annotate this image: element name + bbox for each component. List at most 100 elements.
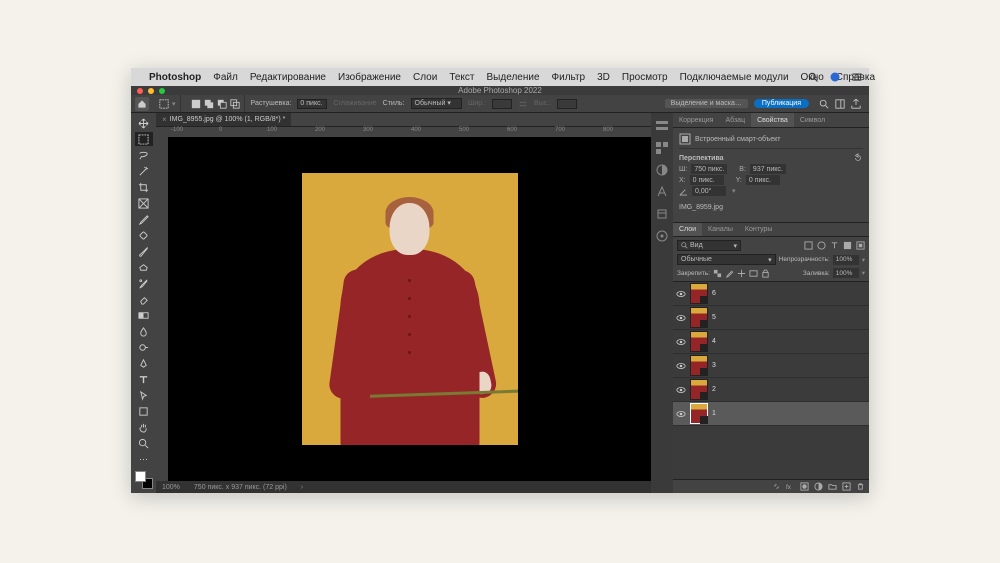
close-tab-icon[interactable]: × xyxy=(162,115,167,124)
libraries-panel-icon[interactable] xyxy=(655,207,669,221)
frame-tool[interactable] xyxy=(135,196,153,210)
marquee-tool-icon[interactable] xyxy=(159,99,169,109)
brush-tool[interactable] xyxy=(135,244,153,258)
visibility-icon[interactable] xyxy=(676,289,686,299)
tab-paragraph[interactable]: Абзац xyxy=(719,113,751,127)
minimize-window-icon[interactable] xyxy=(148,88,154,94)
menu-text[interactable]: Текст xyxy=(449,72,474,83)
eraser-tool[interactable] xyxy=(135,292,153,306)
visibility-icon[interactable] xyxy=(676,409,686,419)
status-chevron-icon[interactable]: › xyxy=(301,484,303,491)
menu-image[interactable]: Изображение xyxy=(338,72,401,83)
search-icon[interactable] xyxy=(807,71,819,83)
type-tool[interactable] xyxy=(135,372,153,386)
menu-edit[interactable]: Редактирование xyxy=(250,72,326,83)
workspace-icon[interactable] xyxy=(835,99,845,109)
share-icon[interactable] xyxy=(851,99,861,109)
layer-label[interactable]: 3 xyxy=(712,362,716,369)
layer-label[interactable]: 6 xyxy=(712,290,716,297)
layer-label[interactable]: 5 xyxy=(712,314,716,321)
color-swatches[interactable] xyxy=(135,471,153,489)
feather-input[interactable]: 0 пикс. xyxy=(297,99,327,109)
swatches-panel-icon[interactable] xyxy=(655,141,669,155)
select-mask-button[interactable]: Выделение и маска… xyxy=(665,99,748,108)
marquee-tool[interactable] xyxy=(135,132,153,146)
menu-3d[interactable]: 3D xyxy=(597,72,610,83)
gradient-tool[interactable] xyxy=(135,308,153,322)
visibility-icon[interactable] xyxy=(676,337,686,347)
layer-thumbnail[interactable] xyxy=(690,403,708,424)
fx-icon[interactable]: fx xyxy=(786,482,795,491)
publish-button[interactable]: Публикация xyxy=(754,99,809,108)
menu-plugins[interactable]: Подключаемые модули xyxy=(680,72,789,83)
group-icon[interactable] xyxy=(828,482,837,491)
maximize-window-icon[interactable] xyxy=(159,88,165,94)
blend-mode-select[interactable]: Обычные▾ xyxy=(677,254,776,265)
healing-tool[interactable] xyxy=(135,228,153,242)
filter-smart-icon[interactable] xyxy=(856,241,865,250)
menu-file[interactable]: Файл xyxy=(213,72,238,83)
layer-thumbnail[interactable] xyxy=(690,379,708,400)
zoom-level[interactable]: 100% xyxy=(162,484,180,491)
layer-row[interactable]: 6 xyxy=(673,282,869,306)
bool-new-icon[interactable] xyxy=(191,99,201,109)
tab-character[interactable]: Символ xyxy=(794,113,831,127)
layer-row[interactable]: 3 xyxy=(673,354,869,378)
visibility-icon[interactable] xyxy=(676,313,686,323)
cloud-sync-icon[interactable] xyxy=(829,71,841,83)
mask-icon[interactable] xyxy=(800,482,809,491)
menu-view[interactable]: Просмотр xyxy=(622,72,668,83)
link-layers-icon[interactable] xyxy=(772,482,781,491)
blur-tool[interactable] xyxy=(135,324,153,338)
pen-tool[interactable] xyxy=(135,356,153,370)
edit-toolbar-button[interactable]: ⋯ xyxy=(135,452,153,466)
menu-layers[interactable]: Слои xyxy=(413,72,437,83)
filter-shape-icon[interactable] xyxy=(843,241,852,250)
antialias-checkbox[interactable]: Сглаживание xyxy=(333,100,376,107)
list-icon[interactable] xyxy=(851,71,863,83)
app-name[interactable]: Photoshop xyxy=(149,72,201,83)
visibility-icon[interactable] xyxy=(676,385,686,395)
lock-artboard-icon[interactable] xyxy=(749,269,758,278)
new-layer-icon[interactable] xyxy=(842,482,851,491)
delete-layer-icon[interactable] xyxy=(856,482,865,491)
prop-h-value[interactable]: 937 пикс. xyxy=(750,164,786,174)
layer-thumbnail[interactable] xyxy=(690,355,708,376)
hand-tool[interactable] xyxy=(135,420,153,434)
learn-panel-icon[interactable] xyxy=(655,229,669,243)
prop-w-value[interactable]: 750 пикс. xyxy=(691,164,727,174)
visibility-icon[interactable] xyxy=(676,361,686,371)
prop-y-value[interactable]: 0 пикс. xyxy=(746,175,780,185)
prop-x-value[interactable]: 0 пикс. xyxy=(690,175,724,185)
opacity-value[interactable]: 100% xyxy=(833,255,859,265)
layer-label[interactable]: 2 xyxy=(712,386,716,393)
path-select-tool[interactable] xyxy=(135,388,153,402)
filter-adjust-icon[interactable] xyxy=(817,241,826,250)
bool-intersect-icon[interactable] xyxy=(230,99,240,109)
history-brush-tool[interactable] xyxy=(135,276,153,290)
canvas[interactable] xyxy=(168,137,651,481)
prop-angle-value[interactable]: 0,00° xyxy=(692,186,726,196)
shape-tool[interactable] xyxy=(135,404,153,418)
home-button[interactable] xyxy=(135,97,149,111)
menu-select[interactable]: Выделение xyxy=(487,72,540,83)
layer-thumbnail[interactable] xyxy=(690,283,708,304)
style-select[interactable]: Обычный ▾ xyxy=(411,98,462,109)
tab-paths[interactable]: Контуры xyxy=(739,223,778,236)
menu-filter[interactable]: Фильтр xyxy=(552,72,586,83)
tab-layers[interactable]: Слои xyxy=(673,223,702,236)
adjustment-layer-icon[interactable] xyxy=(814,482,823,491)
layer-label[interactable]: 1 xyxy=(712,410,716,417)
clone-stamp-tool[interactable] xyxy=(135,260,153,274)
swap-wh-icon[interactable] xyxy=(518,99,528,109)
bool-subtract-icon[interactable] xyxy=(217,99,227,109)
bool-add-icon[interactable] xyxy=(204,99,214,109)
layer-thumbnail[interactable] xyxy=(690,331,708,352)
eyedropper-tool[interactable] xyxy=(135,212,153,226)
lasso-tool[interactable] xyxy=(135,148,153,162)
layer-row[interactable]: 5 xyxy=(673,306,869,330)
adjustments-panel-icon[interactable] xyxy=(655,163,669,177)
crop-tool[interactable] xyxy=(135,180,153,194)
layer-filter-select[interactable]: Вид▾ xyxy=(677,240,741,251)
layer-label[interactable]: 4 xyxy=(712,338,716,345)
